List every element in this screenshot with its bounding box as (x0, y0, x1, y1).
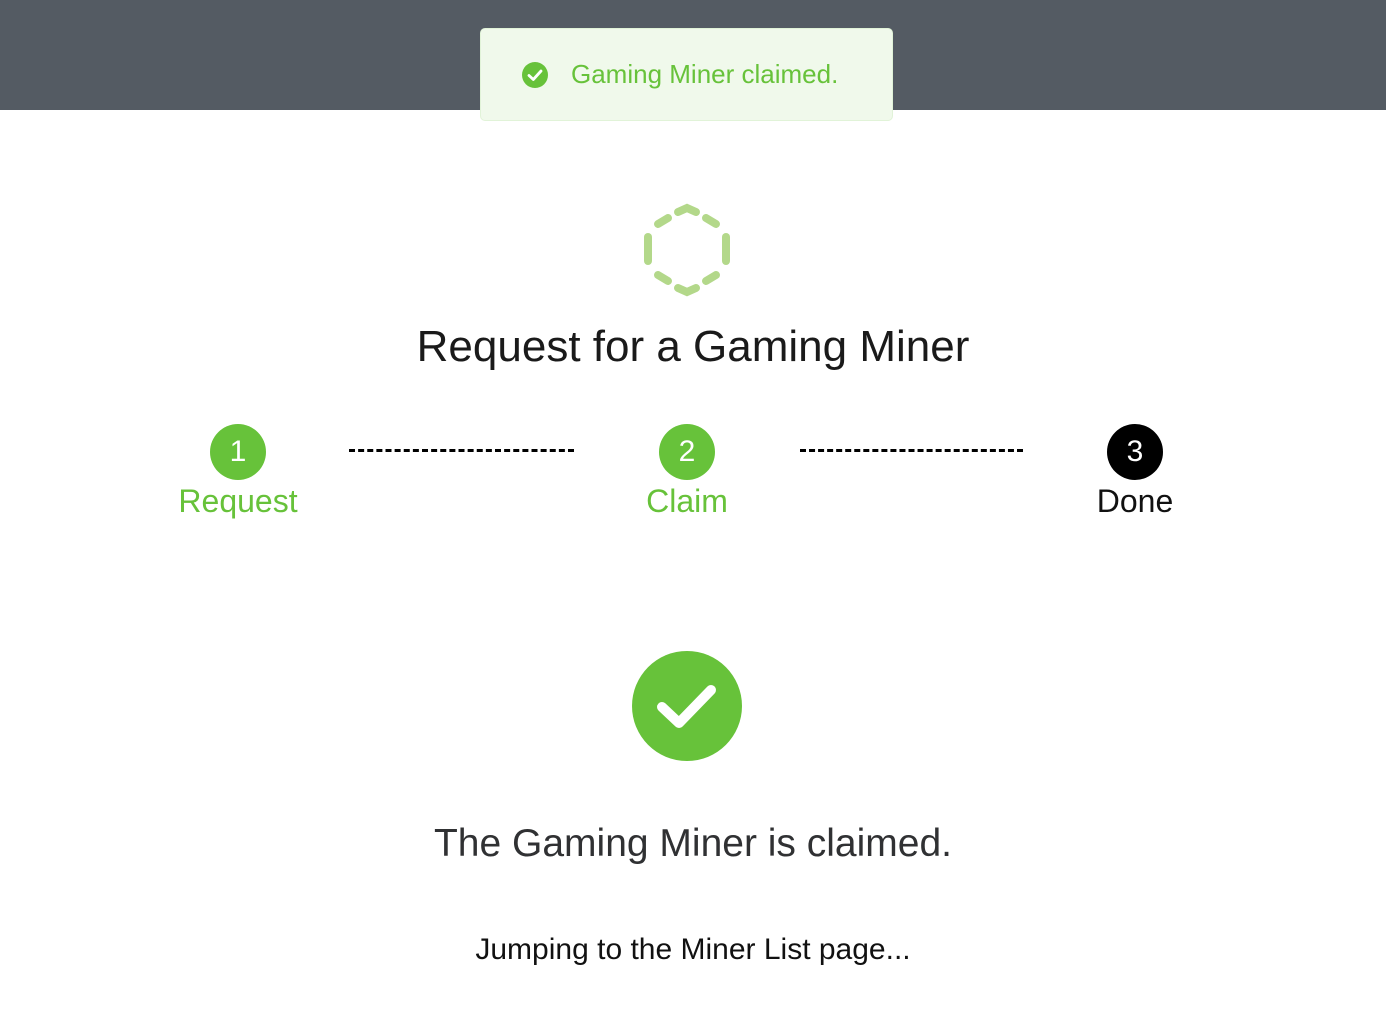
page: Gaming Miner claimed. Request for a Gami… (0, 0, 1386, 1016)
step-number-badge: 3 (1107, 424, 1163, 480)
step-label: Request (178, 483, 298, 519)
result-message: The Gaming Miner is claimed. (433, 822, 952, 865)
step-done: 3 Done (1035, 424, 1235, 521)
step-label: Done (1096, 483, 1174, 519)
step-request: 1 Request (138, 424, 338, 521)
success-check-icon (631, 650, 743, 762)
step-claim: 2 Claim (587, 424, 787, 521)
redirect-message: Jumping to the Miner List page... (475, 933, 911, 966)
toast-message: Gaming Miner claimed. (571, 59, 839, 89)
step-connector (800, 449, 1023, 452)
page-title: Request for a Gaming Miner (416, 322, 970, 371)
step-connector (349, 449, 574, 452)
success-toast: Gaming Miner claimed. (480, 28, 893, 121)
step-number-badge: 2 (659, 424, 715, 480)
step-number-badge: 1 (210, 424, 266, 480)
step-label: Claim (646, 483, 728, 519)
hexagon-spinner-icon (640, 203, 734, 297)
success-check-icon (521, 61, 549, 89)
